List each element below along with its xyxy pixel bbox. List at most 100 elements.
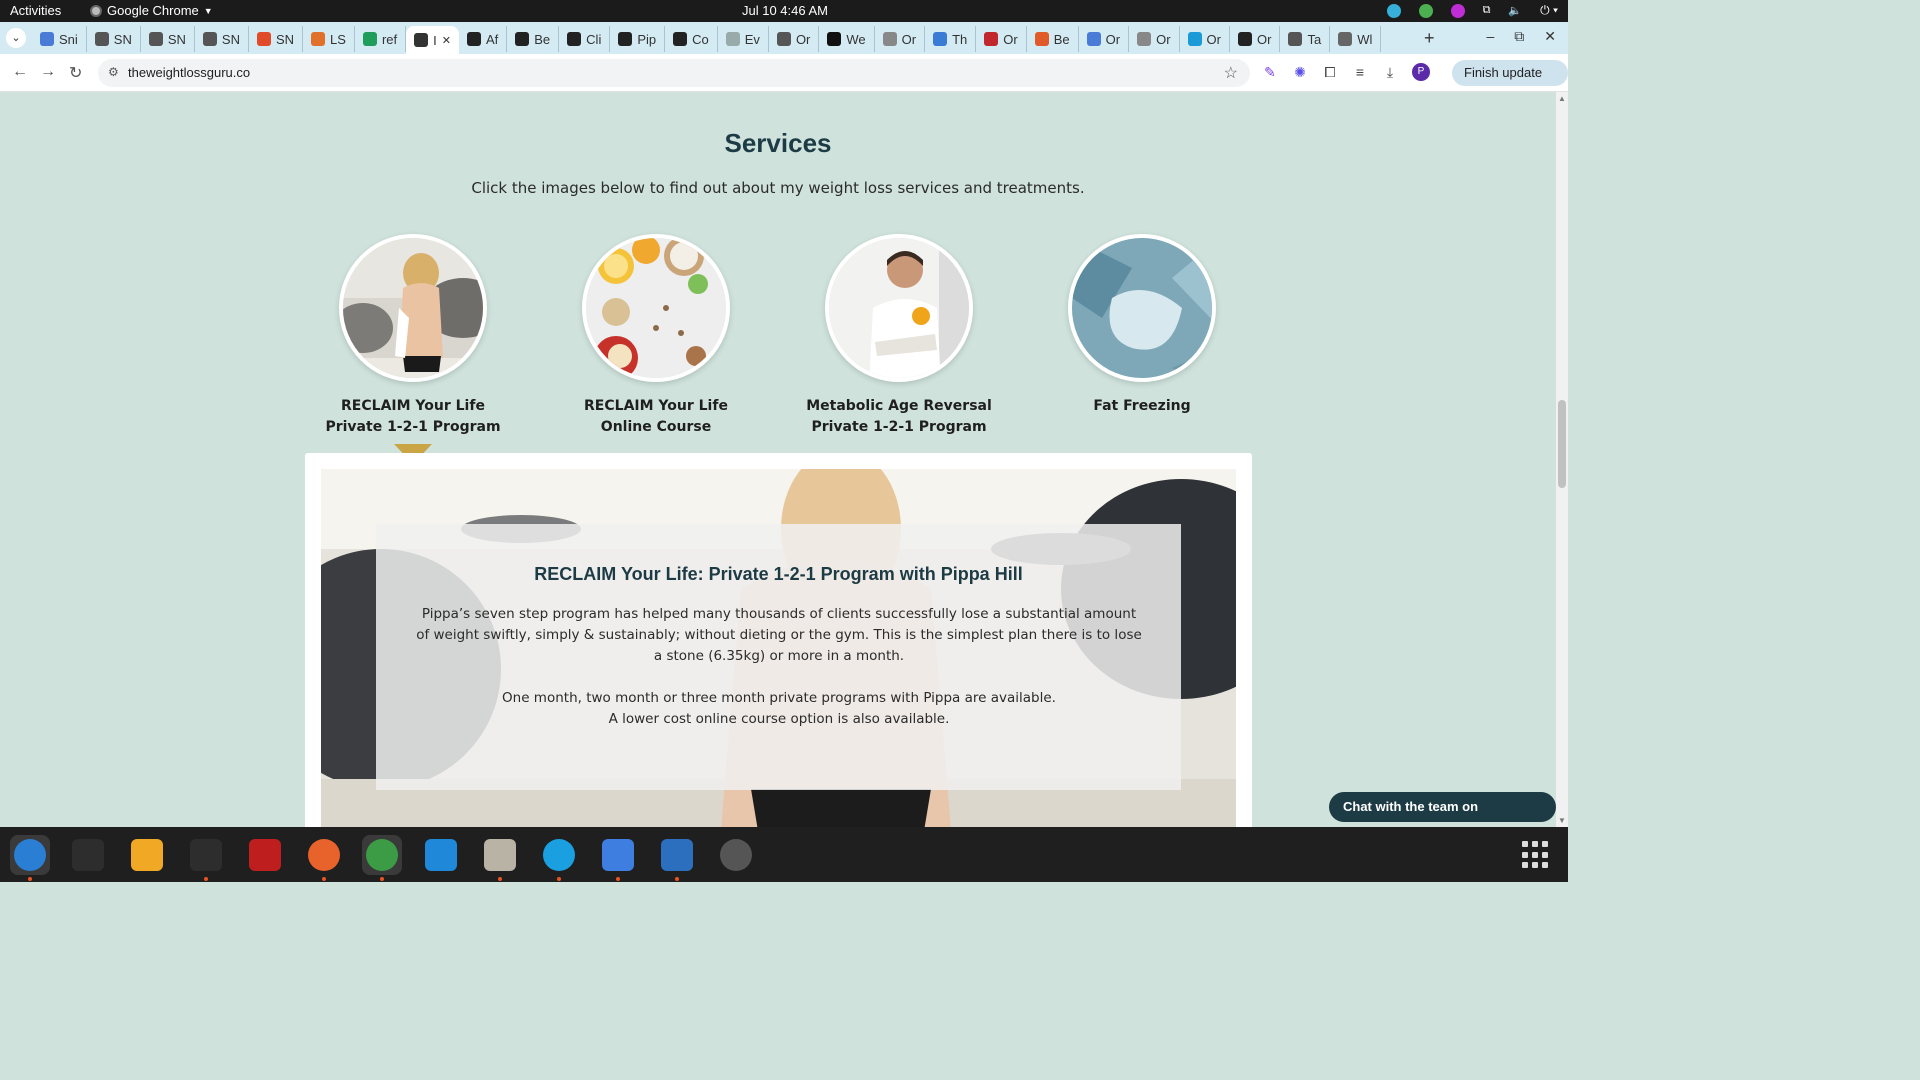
service-image-ice[interactable]: [1068, 234, 1216, 382]
scroll-down-arrow[interactable]: ▼: [1558, 816, 1566, 825]
sparkle-extension-icon[interactable]: ✺: [1292, 64, 1308, 80]
tab-active[interactable]: I ✕: [406, 26, 459, 54]
tab-label: Or: [1257, 31, 1272, 47]
vscode-icon[interactable]: [421, 835, 461, 875]
browser-tab[interactable]: Ev: [718, 26, 769, 52]
chrome-icon-glyph: [366, 839, 398, 871]
web-page: Services Click the images below to find …: [0, 92, 1556, 827]
power-icon[interactable]: ⏻ ▾: [1540, 3, 1558, 18]
text-editor-icon[interactable]: [598, 835, 638, 881]
browser-tab[interactable]: SN: [87, 26, 141, 52]
skype-icon[interactable]: [539, 835, 579, 881]
browser-tab[interactable]: Or: [875, 26, 926, 52]
tray-app-icon[interactable]: [1418, 3, 1433, 18]
browser-tab[interactable]: SN: [249, 26, 304, 52]
chrome-icon[interactable]: [362, 835, 402, 881]
running-indicator: [380, 877, 384, 881]
service-item-fat-freezing[interactable]: Fat Freezing: [1042, 234, 1242, 417]
writer-icon[interactable]: [657, 835, 697, 881]
browser-tab[interactable]: Be: [1027, 26, 1079, 52]
browser-tab[interactable]: Ta: [1280, 26, 1331, 52]
browser-tab[interactable]: Cli: [559, 26, 611, 52]
window-controls: – ⧉ ✕: [1486, 28, 1556, 45]
app-menu[interactable]: Google Chrome ▼: [90, 3, 213, 18]
back-button[interactable]: ←: [12, 63, 28, 81]
tab-label: Or: [901, 31, 917, 47]
firefox-icon[interactable]: [304, 835, 344, 881]
pen-extension-icon[interactable]: ✎: [1262, 64, 1278, 80]
files-icon[interactable]: [480, 835, 520, 881]
program-paragraph: Pippa’s seven step program has helped ma…: [416, 606, 1142, 664]
system-monitor-icon[interactable]: [186, 835, 226, 881]
tab-label: Pip: [637, 31, 657, 47]
optical-disc-icon[interactable]: [716, 835, 756, 875]
service-image-healthy-food[interactable]: [582, 234, 730, 382]
filezilla-icon-glyph: [249, 839, 281, 871]
browser-tab[interactable]: Or: [1230, 26, 1281, 52]
tab-close-icon[interactable]: ✕: [442, 34, 451, 47]
browser-tab[interactable]: Af: [459, 26, 508, 52]
service-item-reclaim-online[interactable]: RECLAIM Your Life Online Course: [556, 234, 756, 438]
whatsapp-chat-button[interactable]: Chat with the team on Whatsapp ✆: [1329, 792, 1556, 822]
browser-tab[interactable]: Sni: [32, 26, 87, 52]
network-icon[interactable]: ⧉: [1483, 4, 1491, 17]
browser-tab[interactable]: Co: [665, 26, 718, 52]
finish-update-button[interactable]: Finish update ⋮: [1452, 60, 1568, 106]
vscode-icon-glyph: [425, 839, 457, 871]
service-item-metabolic-age[interactable]: Metabolic Age Reversal Private 1-2-1 Pro…: [799, 234, 999, 438]
chevron-down-icon: ▼: [203, 5, 213, 16]
reading-list-icon[interactable]: ≡: [1352, 64, 1368, 80]
address-bar[interactable]: ⚙ theweightlossguru.co ☆: [98, 59, 1250, 87]
browser-tab[interactable]: ref: [355, 26, 407, 52]
tab-search-button[interactable]: ⌄: [6, 28, 26, 48]
browser-tab[interactable]: Th: [925, 26, 977, 52]
browser-tab[interactable]: Or: [1129, 26, 1180, 52]
tab-label: SN: [275, 31, 295, 47]
filezilla-icon[interactable]: [245, 835, 285, 875]
browser-tab[interactable]: Wl: [1330, 26, 1382, 52]
download-icon[interactable]: ⤓: [1382, 64, 1398, 80]
system-tray[interactable]: ⧉ 🔈 ⏻ ▾: [1386, 3, 1558, 18]
scrollbar-thumb[interactable]: [1558, 400, 1566, 488]
program-options-line1: One month, two month or three month priv…: [502, 690, 1056, 706]
tray-app-icon[interactable]: [1386, 3, 1401, 18]
terminal-icon[interactable]: [68, 835, 108, 875]
site-info-icon[interactable]: ⚙: [108, 65, 119, 79]
minimize-button[interactable]: –: [1486, 28, 1494, 45]
browser-tab[interactable]: LS: [303, 26, 355, 52]
url-text[interactable]: theweightlossguru.co: [128, 65, 250, 80]
close-window-button[interactable]: ✕: [1544, 28, 1556, 45]
new-tab-button[interactable]: +: [1424, 28, 1435, 49]
service-item-reclaim-private[interactable]: RECLAIM Your Life Private 1-2-1 Program: [313, 234, 513, 438]
tray-app-icon[interactable]: [1450, 3, 1465, 18]
scroll-up-arrow[interactable]: ▲: [1558, 94, 1566, 103]
browser-tab[interactable]: Pip: [610, 26, 666, 52]
browser-tab[interactable]: Or: [976, 26, 1027, 52]
reload-button[interactable]: ↻: [69, 63, 82, 83]
bookmark-star-icon[interactable]: ☆: [1224, 63, 1238, 83]
browser-tab[interactable]: Be: [507, 26, 560, 52]
browser-tab[interactable]: We: [819, 26, 875, 52]
browser-tab[interactable]: SN: [141, 26, 195, 52]
forward-button[interactable]: →: [40, 63, 56, 81]
browser-tab[interactable]: SN: [195, 26, 249, 52]
restore-button[interactable]: ⧉: [1514, 28, 1524, 45]
puzzle-extensions-icon[interactable]: ⧠: [1322, 64, 1338, 80]
info-icon: [673, 32, 688, 46]
page-scrollbar[interactable]: ▲ ▼: [1556, 92, 1568, 827]
browser-tab[interactable]: Or: [1079, 26, 1130, 52]
tab-label: Th: [952, 31, 968, 47]
service-image-man-smiling[interactable]: [825, 234, 973, 382]
profile-avatar[interactable]: P: [1412, 63, 1430, 81]
browser-tab[interactable]: Or: [1180, 26, 1230, 52]
clock[interactable]: Jul 10 4:46 AM: [742, 3, 828, 18]
dark-icon: [1238, 32, 1252, 46]
activities-button[interactable]: Activities: [10, 3, 61, 18]
browser-toolbar: ← → ↻ ⚙ theweightlossguru.co ☆ ✎ ✺ ⧠ ≡ ⤓…: [0, 54, 1568, 106]
service-image-woman-beach[interactable]: [339, 234, 487, 382]
thunderbird-icon[interactable]: [10, 835, 50, 881]
browser-tab[interactable]: Or: [769, 26, 820, 52]
volume-icon[interactable]: 🔈: [1508, 4, 1522, 17]
show-apps-button[interactable]: [1522, 841, 1550, 869]
calculator-icon[interactable]: [127, 835, 167, 875]
